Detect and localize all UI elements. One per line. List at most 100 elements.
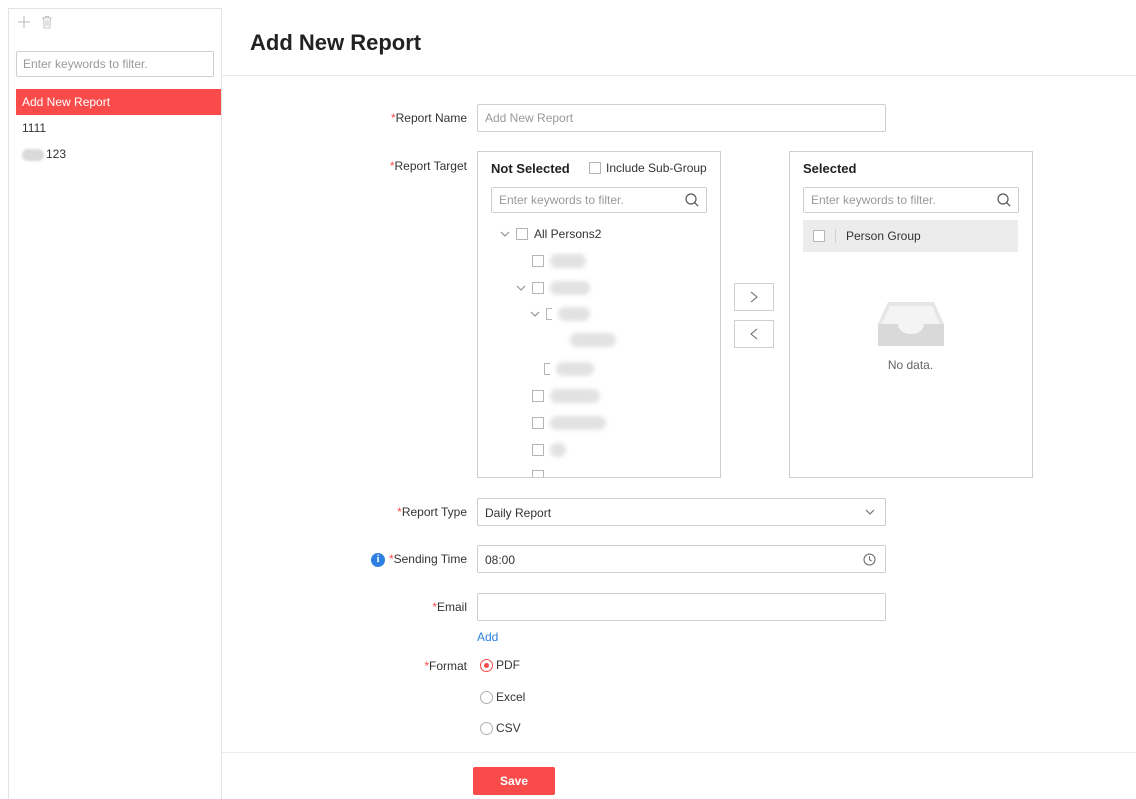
format-option-label: CSV xyxy=(496,721,521,735)
blurred-text xyxy=(550,254,586,268)
save-button[interactable]: Save xyxy=(473,767,555,795)
report-list-item-label: 123 xyxy=(46,147,67,161)
move-right-button[interactable] xyxy=(734,283,774,311)
radio-unchecked[interactable] xyxy=(480,690,493,704)
chevron-down-icon[interactable] xyxy=(516,283,526,293)
selected-panel: Selected Person Group No data. xyxy=(789,151,1033,478)
column-divider xyxy=(835,229,836,243)
tree-node-checkbox[interactable] xyxy=(532,444,544,456)
report-type-value: Daily Report xyxy=(485,506,552,520)
blurred-text xyxy=(22,148,44,161)
tree-node-checkbox[interactable] xyxy=(532,417,544,429)
report-list-item[interactable]: 1111 xyxy=(16,115,221,141)
format-option-label: Excel xyxy=(496,690,526,704)
sending-time-value: 08:00 xyxy=(485,553,516,567)
radio-checked[interactable] xyxy=(480,658,493,672)
tree-node-checkbox[interactable] xyxy=(532,470,544,477)
report-list-item[interactable]: Add New Report xyxy=(16,89,221,115)
page-title: Add New Report xyxy=(250,30,422,55)
chevron-down-icon[interactable] xyxy=(530,309,540,319)
report-list-item-label: Add New Report xyxy=(22,95,111,109)
add-icon[interactable] xyxy=(17,15,31,33)
report-list-item[interactable]: 123 xyxy=(16,141,221,167)
tree-node[interactable] xyxy=(532,443,566,457)
tree-node-checkbox[interactable] xyxy=(532,390,544,402)
tree-node[interactable] xyxy=(532,470,544,477)
arrow-left-icon xyxy=(750,328,758,340)
sending-time-label-text: Sending Time xyxy=(393,552,467,566)
format-label: *Format xyxy=(317,659,467,673)
blurred-text xyxy=(570,333,616,347)
footer-divider xyxy=(222,752,1136,753)
format-option-label: PDF xyxy=(496,658,520,672)
report-list-item-label: 1111 xyxy=(22,121,47,135)
blurred-text xyxy=(550,443,566,457)
tree-node[interactable] xyxy=(544,362,594,376)
report-type-label: *Report Type xyxy=(317,505,467,519)
tree-node[interactable] xyxy=(516,281,590,295)
not-selected-title: Not Selected xyxy=(491,161,570,176)
tree-node[interactable] xyxy=(530,307,590,321)
include-sub-group[interactable]: Include Sub-Group xyxy=(589,161,707,175)
not-selected-panel: Not Selected Include Sub-Group All Perso… xyxy=(477,151,721,478)
sidebar-toolbar xyxy=(17,15,53,33)
not-selected-search xyxy=(491,187,707,213)
blurred-text xyxy=(550,389,600,403)
format-label-text: Format xyxy=(428,659,467,673)
include-sub-group-label: Include Sub-Group xyxy=(606,161,707,175)
empty-tray-icon xyxy=(878,302,944,346)
title-divider xyxy=(222,75,1136,76)
tree-node[interactable] xyxy=(532,416,606,430)
not-selected-search-input[interactable] xyxy=(492,188,686,212)
tree-node-checkbox[interactable] xyxy=(532,282,544,294)
report-type-select[interactable]: Daily Report xyxy=(477,498,886,526)
clock-icon[interactable] xyxy=(863,553,876,566)
tree-node-checkbox[interactable] xyxy=(546,308,552,320)
move-left-button[interactable] xyxy=(734,320,774,348)
report-type-label-text: Report Type xyxy=(401,505,467,519)
blurred-text xyxy=(558,307,590,321)
selected-search xyxy=(803,187,1019,213)
report-name-label: *Report Name xyxy=(317,111,467,125)
format-option-excel[interactable]: Excel xyxy=(480,690,525,704)
chevron-down-icon[interactable] xyxy=(864,506,876,518)
sending-time-label: *Sending Time xyxy=(317,552,467,566)
report-list: Add New Report 1111 123 xyxy=(16,89,221,167)
tree-node-checkbox[interactable] xyxy=(544,363,550,375)
main-panel: Add New Report *Report Name *Report Targ… xyxy=(222,8,1136,799)
tree-node-checkbox[interactable] xyxy=(516,228,528,240)
format-option-pdf[interactable]: PDF xyxy=(480,658,520,672)
blurred-text xyxy=(556,362,594,376)
selected-title: Selected xyxy=(803,161,857,176)
tree-node[interactable] xyxy=(532,254,586,268)
empty-text: No data. xyxy=(887,358,934,372)
email-label: *Email xyxy=(317,600,467,614)
report-name-label-text: Report Name xyxy=(395,111,467,125)
tree-node xyxy=(570,333,616,347)
search-icon[interactable] xyxy=(684,192,700,208)
tree-node[interactable] xyxy=(532,389,600,403)
selected-search-input[interactable] xyxy=(804,188,998,212)
tree-node-checkbox[interactable] xyxy=(532,255,544,267)
radio-unchecked[interactable] xyxy=(480,721,493,735)
format-option-csv[interactable]: CSV xyxy=(480,721,521,735)
tree-node-root[interactable]: All Persons2 xyxy=(500,227,601,241)
include-sub-group-checkbox[interactable] xyxy=(589,162,601,174)
blurred-text xyxy=(550,416,606,430)
person-group-column: Person Group xyxy=(846,229,921,243)
sending-time-picker[interactable]: 08:00 xyxy=(477,545,886,573)
arrow-right-icon xyxy=(750,291,758,303)
email-input[interactable] xyxy=(477,593,886,621)
blurred-text xyxy=(550,281,590,295)
report-target-label-text: Report Target xyxy=(394,159,468,173)
add-email-link[interactable]: Add xyxy=(477,630,498,644)
select-all-checkbox[interactable] xyxy=(813,230,825,242)
report-target-label: *Report Target xyxy=(317,159,467,173)
sidebar-filter-input[interactable] xyxy=(16,51,214,77)
search-icon[interactable] xyxy=(996,192,1012,208)
chevron-down-icon[interactable] xyxy=(500,229,510,239)
delete-icon[interactable] xyxy=(41,15,53,33)
tree-node-label: All Persons2 xyxy=(534,227,602,241)
report-name-input[interactable] xyxy=(477,104,886,132)
sidebar: Add New Report 1111 123 xyxy=(8,8,222,799)
